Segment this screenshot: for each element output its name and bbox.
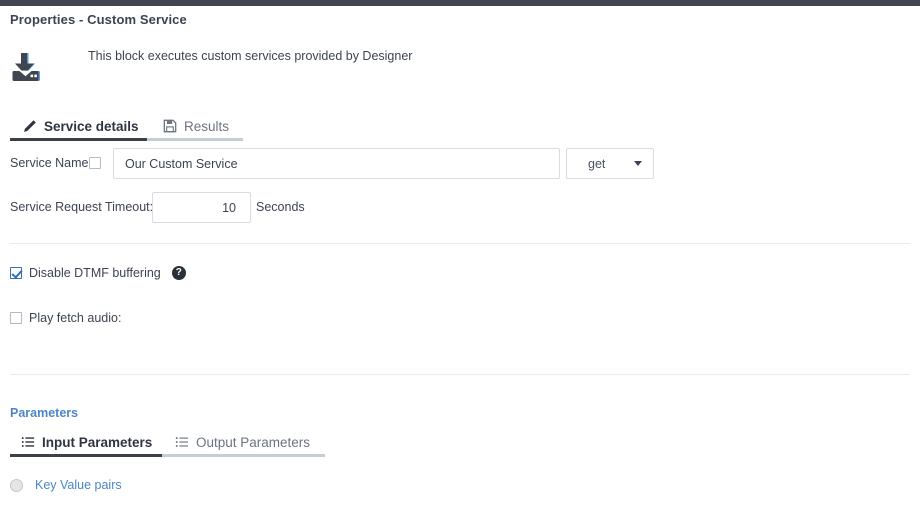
key-value-pairs-radio[interactable] xyxy=(10,478,23,492)
block-description-text: This block executes custom services prov… xyxy=(88,49,413,63)
parameters-heading: Parameters xyxy=(10,406,79,420)
service-name-input[interactable] xyxy=(113,148,560,179)
window-accent-bar xyxy=(0,0,920,6)
service-name-checkbox-wrap[interactable] xyxy=(89,157,101,169)
http-method-value: get xyxy=(588,156,606,171)
play-fetch-audio-label: Play fetch audio: xyxy=(29,311,122,325)
tab-underline-active xyxy=(10,138,147,141)
list-icon xyxy=(21,435,35,449)
help-icon[interactable]: ? xyxy=(171,266,186,280)
timeout-input[interactable] xyxy=(152,192,251,223)
play-fetch-audio-checkbox[interactable] xyxy=(10,312,22,324)
download-block-icon xyxy=(9,52,42,83)
parameters-tabstrip: Input Parameters Output Parameters xyxy=(0,429,400,457)
http-method-dropdown[interactable]: get xyxy=(566,148,654,179)
divider-2 xyxy=(10,374,910,375)
timeout-unit-label: Seconds xyxy=(256,200,305,214)
parameters-underline-active xyxy=(10,454,162,457)
tab-service-details[interactable]: Service details xyxy=(22,113,139,139)
service-name-label: Service Name: xyxy=(10,156,92,170)
parameters-underline-inactive xyxy=(162,454,325,457)
pencil-icon xyxy=(22,119,37,134)
floppy-disk-icon xyxy=(163,119,177,133)
tab-output-parameters-label: Output Parameters xyxy=(196,434,311,450)
tab-input-parameters[interactable]: Input Parameters xyxy=(21,429,152,455)
main-tabstrip: Service details Results xyxy=(0,113,400,141)
key-value-pairs-row[interactable]: Key Value pairs xyxy=(10,478,122,492)
block-description-row: This block executes custom services prov… xyxy=(0,44,920,90)
disable-dtmf-buffering-row[interactable]: Disable DTMF buffering ? xyxy=(10,266,186,280)
tab-underline-inactive xyxy=(147,138,243,141)
list-icon xyxy=(175,435,189,449)
properties-custom-service-panel: Properties - Custom Service This block e… xyxy=(0,0,920,519)
divider-1 xyxy=(10,243,910,244)
chevron-down-icon xyxy=(634,161,642,166)
tab-output-parameters[interactable]: Output Parameters xyxy=(175,429,310,455)
service-name-checkbox[interactable] xyxy=(89,157,101,169)
page-title: Properties - Custom Service xyxy=(10,12,187,27)
tab-input-parameters-label: Input Parameters xyxy=(42,434,153,450)
timeout-label: Service Request Timeout: xyxy=(10,200,154,214)
tab-results[interactable]: Results xyxy=(163,113,229,139)
tab-service-details-label: Service details xyxy=(44,118,139,134)
disable-dtmf-buffering-checkbox[interactable] xyxy=(10,267,22,279)
disable-dtmf-buffering-label: Disable DTMF buffering xyxy=(29,266,161,280)
play-fetch-audio-row[interactable]: Play fetch audio: xyxy=(10,311,121,325)
tab-results-label: Results xyxy=(184,118,230,134)
key-value-pairs-label[interactable]: Key Value pairs xyxy=(35,478,122,492)
